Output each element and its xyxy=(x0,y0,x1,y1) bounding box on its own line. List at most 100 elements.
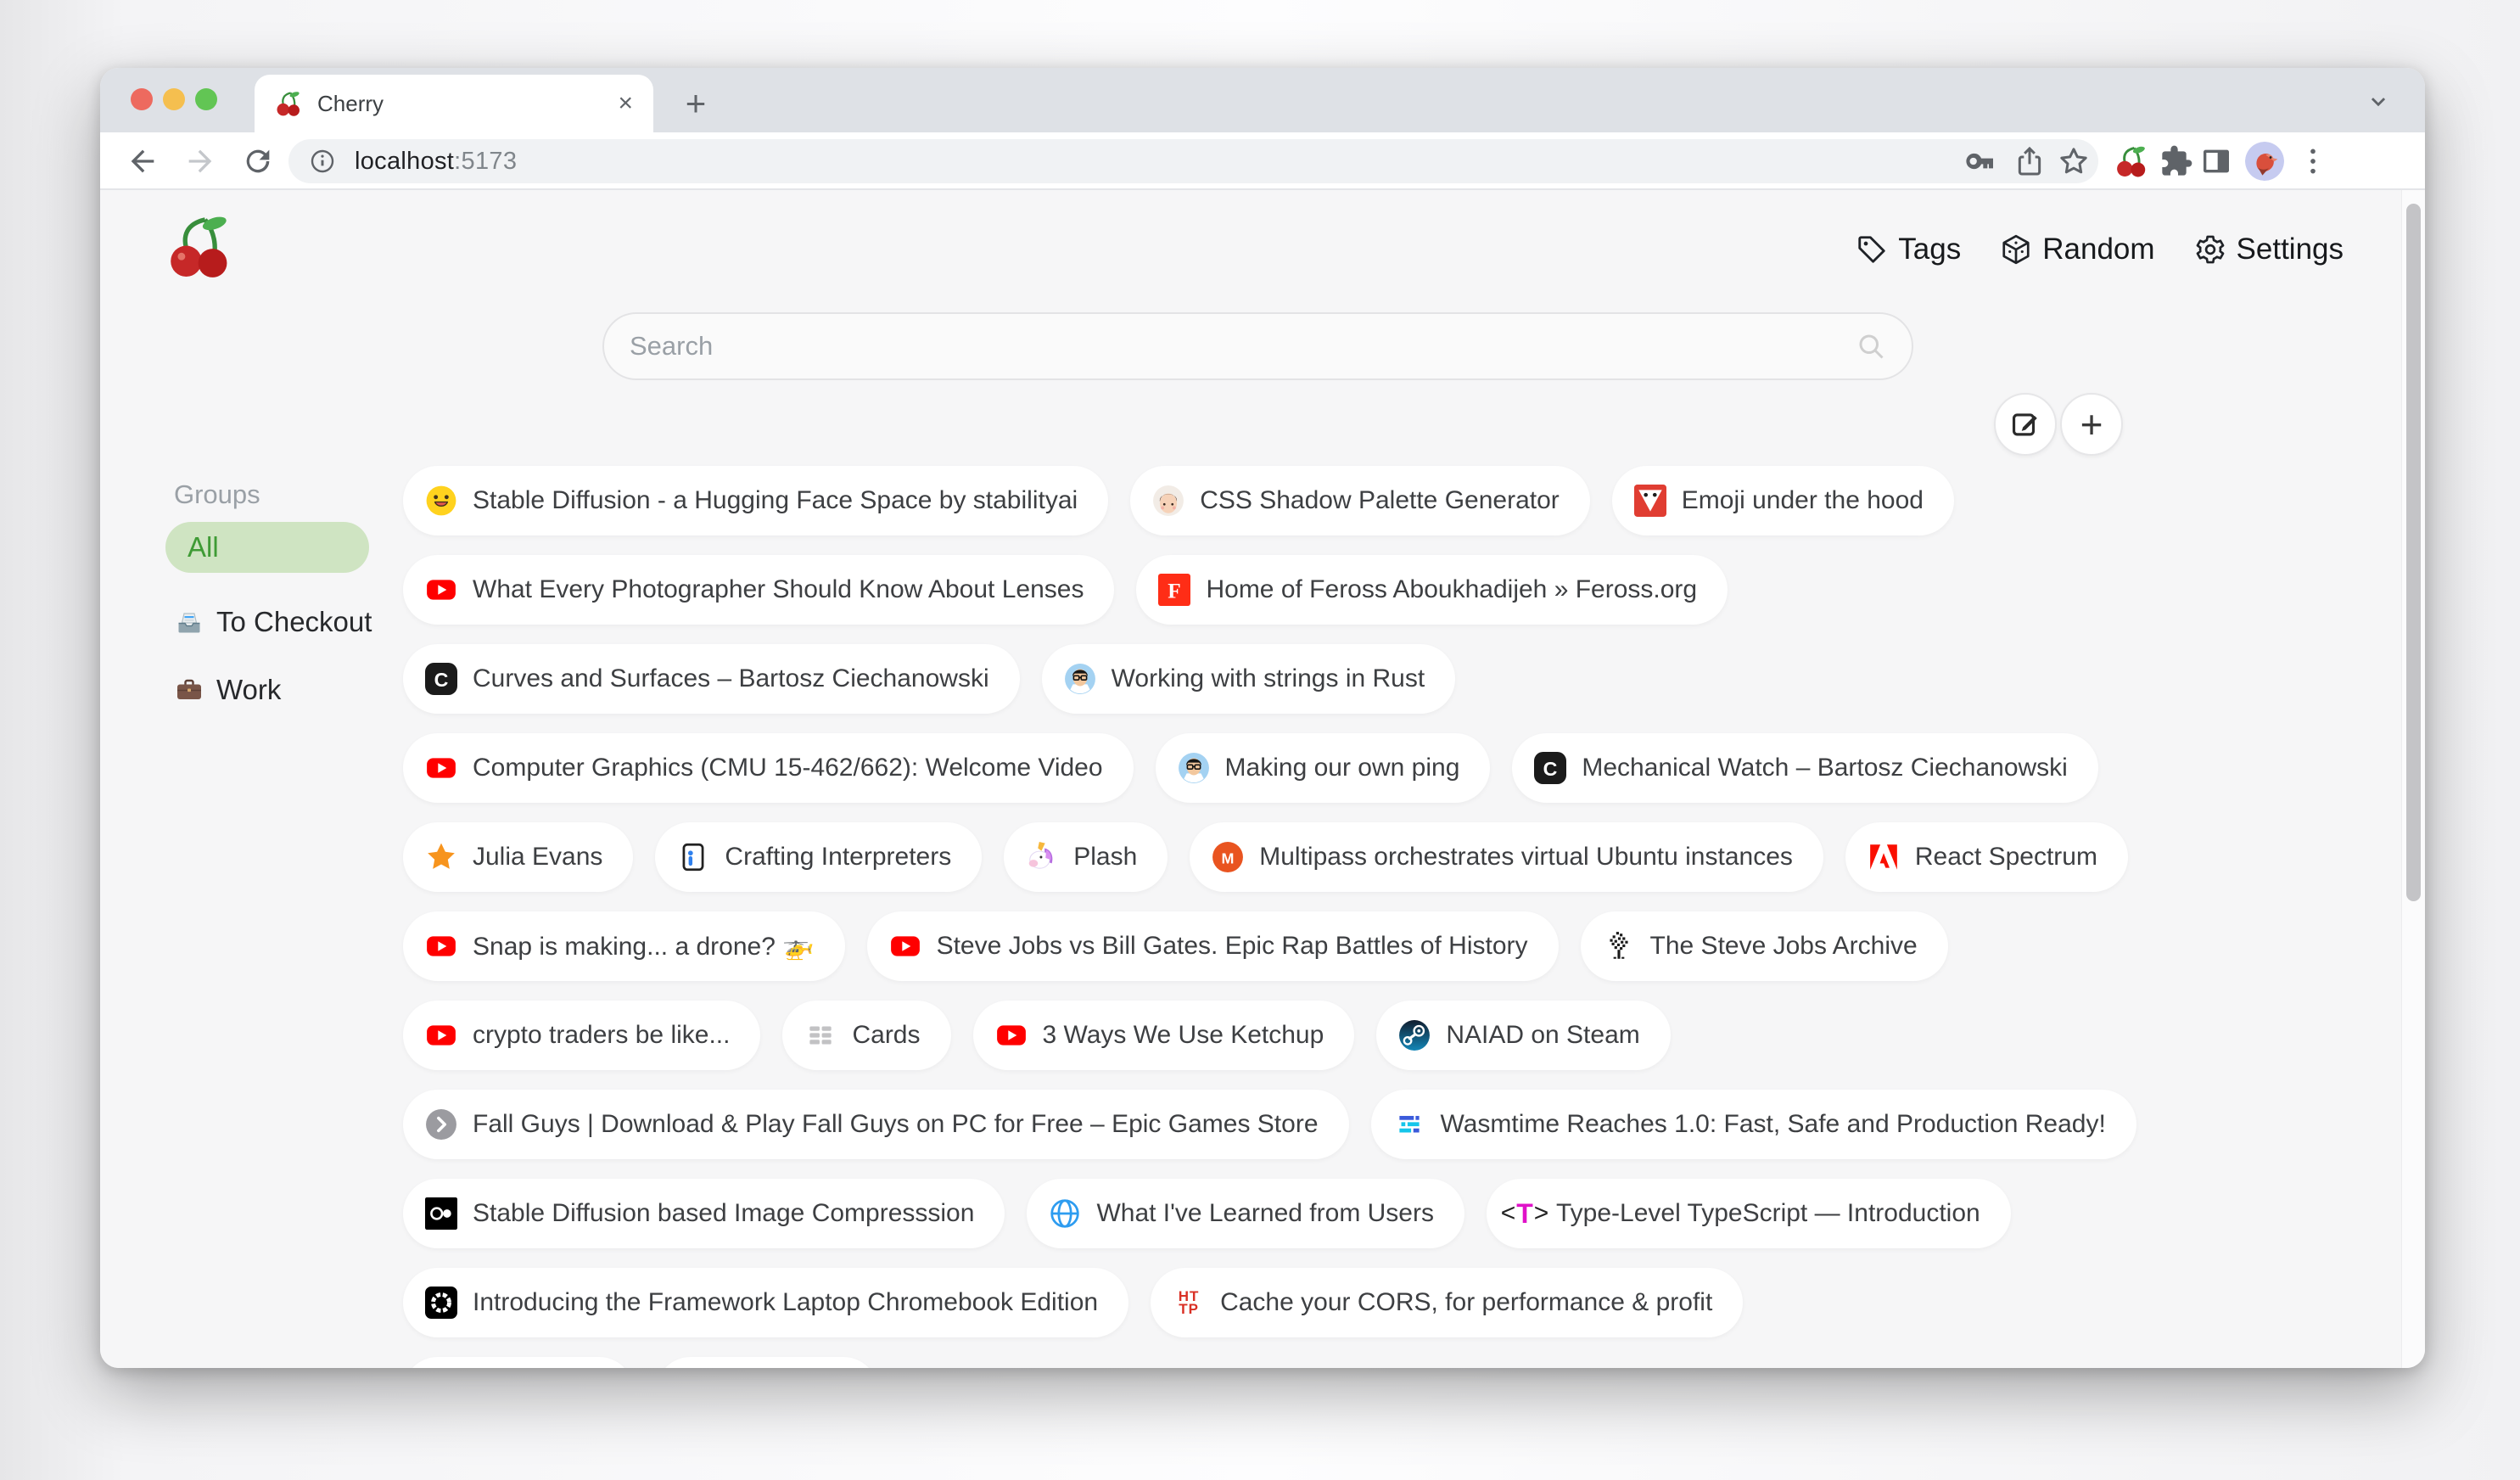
star-icon xyxy=(425,841,457,873)
bookmark-pill[interactable]: HTTP Cache your CORS, for performance & p… xyxy=(1151,1268,1743,1337)
bookmark-pill[interactable]: Stable Diffusion - a Hugging Face Space … xyxy=(403,466,1108,535)
bookmark-pill[interactable]: Stable Diffusion based Image Compresssio… xyxy=(403,1179,1005,1248)
browser-toolbar: localhost:5173 xyxy=(100,132,2425,190)
reload-icon[interactable] xyxy=(241,144,275,178)
browser-window: Cherry × + localhost:5173 xyxy=(100,68,2425,1368)
sd-compression-icon xyxy=(425,1197,457,1230)
bookmark-pill[interactable]: Plash xyxy=(1004,822,1168,892)
bookmark-label: Working with strings in Rust xyxy=(1112,664,1425,693)
browser-tab[interactable]: Cherry × xyxy=(255,75,653,132)
bookmark-pill[interactable]: MMultipass orchestrates virtual Ubuntu i… xyxy=(1190,822,1823,892)
add-bookmark-button[interactable]: + xyxy=(2060,393,2123,456)
bookmark-label: 3 Ways We Use Ketchup xyxy=(1043,1021,1324,1050)
bookmark-pill[interactable]: CSS Shadow Palette Generator xyxy=(1130,466,1590,535)
group-label: Work xyxy=(216,674,281,706)
bookmark-pill[interactable]: Wasmtime Reaches 1.0: Fast, Safe and Pro… xyxy=(1371,1090,2136,1159)
bookmark-pill[interactable]: React Spectrum xyxy=(1845,822,2128,892)
key-icon[interactable] xyxy=(1963,144,1997,178)
sidebar-group-work[interactable]: Work xyxy=(165,656,395,724)
bookmark-pill-partial[interactable] xyxy=(403,1357,634,1368)
bookmark-pill[interactable]: NAIAD on Steam xyxy=(1376,1001,1670,1070)
memoji-icon xyxy=(1152,485,1184,517)
bookmark-row: What Every Photographer Should Know Abou… xyxy=(403,555,2210,625)
youtube-icon xyxy=(889,930,921,962)
bookmark-pill[interactable]: Introducing the Framework Laptop Chromeb… xyxy=(403,1268,1128,1337)
extensions-puzzle-icon[interactable] xyxy=(2159,144,2193,178)
zoom-window-button[interactable] xyxy=(195,88,217,110)
bookmark-pill[interactable]: Working with strings in Rust xyxy=(1042,644,1456,714)
bookmark-pill[interactable]: What I've Learned from Users xyxy=(1027,1179,1464,1248)
edit-button[interactable] xyxy=(1994,393,2057,456)
nav-tags[interactable]: Tags xyxy=(1856,233,1961,266)
profile-avatar[interactable] xyxy=(2245,142,2284,181)
bookmark-label: Snap is making... a drone? 🚁 xyxy=(473,932,815,961)
side-panel-icon[interactable] xyxy=(2199,144,2233,178)
minimize-window-button[interactable] xyxy=(163,88,185,110)
steam-icon xyxy=(1398,1019,1431,1051)
cards-icon xyxy=(804,1019,837,1051)
forward-icon[interactable] xyxy=(183,144,217,178)
groups-title: Groups xyxy=(174,479,395,510)
bookmark-pill[interactable]: Crafting Interpreters xyxy=(655,822,982,892)
youtube-icon xyxy=(425,1019,457,1051)
search-icon xyxy=(1856,331,1886,362)
bookmark-pill-partial[interactable] xyxy=(656,1357,878,1368)
bookmarks-grid: Stable Diffusion - a Hugging Face Space … xyxy=(403,466,2210,1368)
bookmark-pill[interactable]: Cards xyxy=(782,1001,950,1070)
nav-random[interactable]: Random xyxy=(2000,233,2154,266)
search-bar xyxy=(602,312,1913,380)
bookmark-label: Cards xyxy=(852,1021,920,1050)
cherry-logo[interactable] xyxy=(165,212,233,280)
bookmark-pill[interactable]: Computer Graphics (CMU 15-462/662): Welc… xyxy=(403,733,1134,803)
bookmark-pill[interactable]: Emoji under the hood xyxy=(1612,466,1954,535)
nav-settings[interactable]: Settings xyxy=(2194,233,2344,266)
typescript-icon: <T> xyxy=(1509,1197,1541,1230)
bookmark-label: Stable Diffusion - a Hugging Face Space … xyxy=(473,486,1078,515)
bookmark-pill[interactable]: 3 Ways We Use Ketchup xyxy=(973,1001,1355,1070)
menu-dots-icon[interactable] xyxy=(2296,144,2330,178)
bookmark-row xyxy=(403,1357,2210,1368)
search-input[interactable] xyxy=(630,331,1856,362)
svg-text:C: C xyxy=(434,669,449,691)
bookmark-pill[interactable]: Making our own ping xyxy=(1156,733,1491,803)
tab-close-icon[interactable]: × xyxy=(618,91,633,116)
bookmark-pill[interactable]: F Home of Feross Aboukhadijeh » Feross.or… xyxy=(1136,555,1728,625)
bookmark-pill[interactable]: What Every Photographer Should Know Abou… xyxy=(403,555,1114,625)
bookmark-star-icon[interactable] xyxy=(2057,144,2091,178)
bookmark-label: Making our own ping xyxy=(1225,754,1460,782)
wasmtime-icon xyxy=(1393,1108,1425,1141)
bookmark-pill[interactable]: CCurves and Surfaces – Bartosz Ciechanow… xyxy=(403,644,1020,714)
cherry-extension-icon[interactable] xyxy=(2114,144,2148,178)
page-content: Tags Random Settings + xyxy=(100,190,2425,1368)
new-tab-button[interactable]: + xyxy=(674,81,718,126)
bookmark-pill[interactable]: Julia Evans xyxy=(403,822,633,892)
bookmark-row: Stable Diffusion - a Hugging Face Space … xyxy=(403,466,2210,535)
back-icon[interactable] xyxy=(126,144,160,178)
bookmark-pill[interactable]: The Steve Jobs Archive xyxy=(1581,911,1948,981)
nav-label: Settings xyxy=(2237,233,2344,266)
feross-icon: F xyxy=(1158,574,1190,606)
sidebar-group-to-checkout[interactable]: To Checkout xyxy=(165,588,395,656)
bookmark-label: Home of Feross Aboukhadijeh » Feross.org xyxy=(1206,575,1697,604)
site-info-icon[interactable] xyxy=(309,148,336,175)
bookmark-pill[interactable]: Fall Guys | Download & Play Fall Guys on… xyxy=(403,1090,1349,1159)
bookmark-label: Plash xyxy=(1073,843,1137,872)
svg-text:M: M xyxy=(1222,849,1235,866)
app-nav: Tags Random Settings xyxy=(1856,233,2344,266)
bookmark-label: Introducing the Framework Laptop Chromeb… xyxy=(473,1288,1098,1317)
httptoolkit-icon: HTTP xyxy=(1173,1287,1205,1319)
bookmark-pill[interactable]: CMechanical Watch – Bartosz Ciechanowski xyxy=(1512,733,2097,803)
sidebar-group-all[interactable]: All xyxy=(165,522,369,573)
scrollbar-thumb[interactable] xyxy=(2406,204,2421,901)
bookmark-pill[interactable]: Snap is making... a drone? 🚁 xyxy=(403,911,845,981)
nav-label: Random xyxy=(2042,233,2154,266)
bookmark-label: Cache your CORS, for performance & profi… xyxy=(1220,1288,1712,1317)
url-text: localhost:5173 xyxy=(355,148,517,176)
chevron-down-icon[interactable] xyxy=(2364,87,2393,115)
bookmark-pill[interactable]: crypto traders be like... xyxy=(403,1001,760,1070)
address-bar[interactable]: localhost:5173 xyxy=(288,139,2098,183)
bookmark-pill[interactable]: Steve Jobs vs Bill Gates. Epic Rap Battl… xyxy=(867,911,1559,981)
share-icon[interactable] xyxy=(2013,144,2047,178)
close-window-button[interactable] xyxy=(131,88,153,110)
bookmark-pill[interactable]: <T>Type-Level TypeScript — Introduction xyxy=(1487,1179,2011,1248)
